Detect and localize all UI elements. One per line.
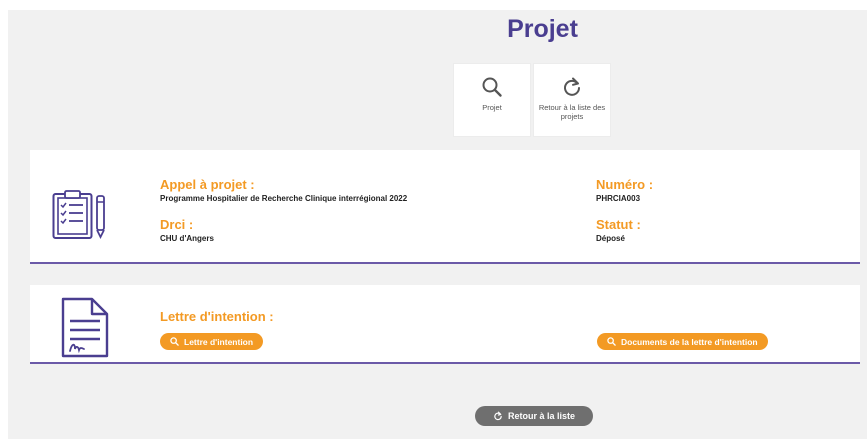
lettre-intention-heading: Lettre d'intention : — [160, 309, 274, 324]
clipboard-checklist-icon — [52, 190, 105, 240]
signed-document-icon — [61, 297, 109, 358]
project-summary-card: Appel à projet : Programme Hospitalier d… — [30, 150, 860, 264]
numero-field: Numéro : PHRCIA003 — [596, 177, 653, 204]
page-title: Projet — [507, 15, 578, 43]
back-to-projects-label: Retour à la liste des projets — [538, 103, 606, 121]
statut-field: Statut : Déposé — [596, 217, 641, 244]
documents-lettre-intention-button[interactable]: Documents de la lettre d'intention — [597, 333, 768, 350]
drci-field: Drci : CHU d'Angers — [160, 217, 214, 244]
lettre-intention-card: Lettre d'intention : Lettre d'intention … — [30, 285, 860, 364]
lettre-intention-field: Lettre d'intention : — [160, 309, 274, 325]
lettre-intention-button[interactable]: Lettre d'intention — [160, 333, 264, 350]
back-to-projects-button[interactable]: Retour à la liste des projets — [533, 63, 611, 137]
statut-value: Déposé — [596, 234, 625, 243]
drci-value: CHU d'Angers — [160, 234, 214, 243]
appel-a-projet-value: Programme Hospitalier de Recherche Clini… — [160, 194, 408, 203]
projet-button-label: Projet — [482, 103, 502, 112]
documents-lettre-intention-label: Documents de la lettre d'intention — [621, 336, 758, 347]
numero-heading: Numéro : — [596, 177, 654, 192]
lettre-intention-button-label: Lettre d'intention — [184, 336, 254, 347]
refresh-icon — [494, 411, 502, 421]
statut-heading: Statut : — [596, 217, 641, 232]
refresh-icon — [564, 77, 580, 96]
action-bar: Projet Retour à la liste des projets — [453, 63, 611, 137]
appel-a-projet-field: Appel à projet : Programme Hospitalier d… — [160, 177, 407, 204]
back-to-list-label: Retour à la liste — [507, 411, 576, 421]
projet-button[interactable]: Projet — [453, 63, 531, 137]
drci-heading: Drci : — [160, 217, 194, 232]
appel-a-projet-heading: Appel à projet : — [160, 177, 255, 192]
search-icon — [482, 77, 502, 97]
back-to-list-button[interactable]: Retour à la liste — [475, 406, 593, 426]
search-icon — [170, 337, 179, 346]
numero-value: PHRCIA003 — [596, 194, 641, 203]
search-icon — [607, 337, 616, 346]
